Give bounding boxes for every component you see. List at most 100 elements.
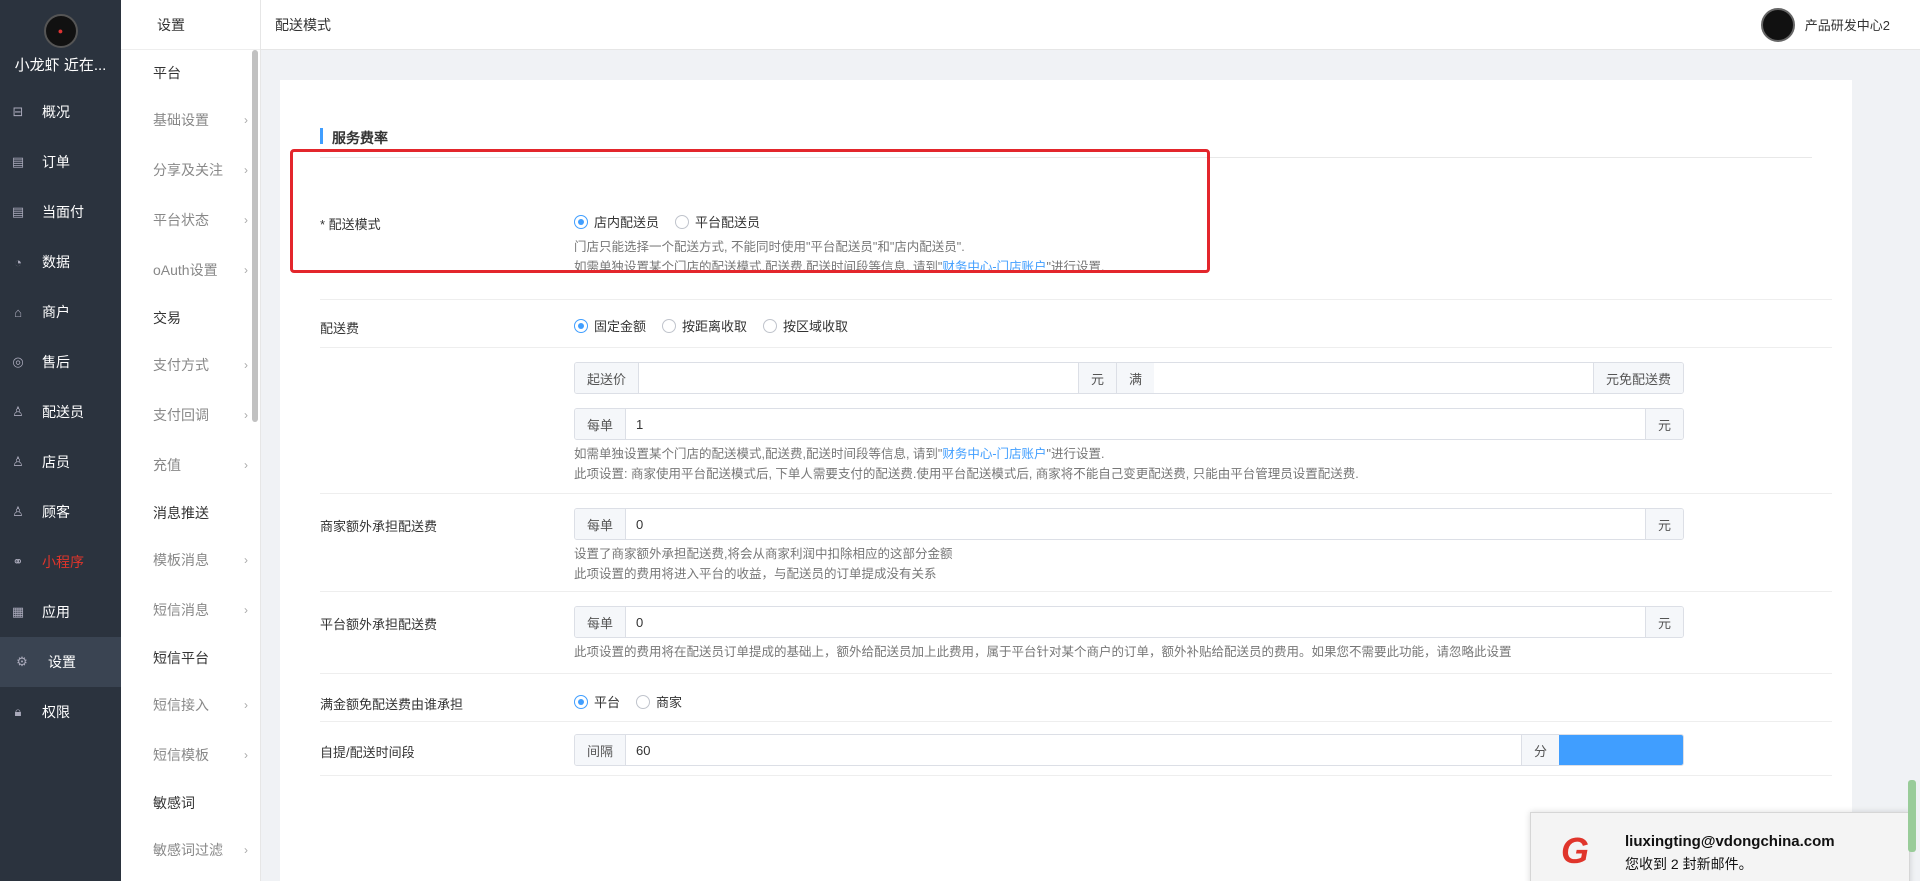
nav-item-11[interactable]: ⚙ 设置 <box>0 637 121 687</box>
nav-item-5[interactable]: ◎ 售后 <box>0 337 121 387</box>
chevron-right-icon: › <box>244 358 248 372</box>
submenu-item-label: 短信平台 <box>153 649 209 666</box>
radio-dot[interactable] <box>574 214 588 229</box>
chevron-right-icon: › <box>244 603 248 617</box>
pay-icon: ▤ <box>11 204 25 219</box>
submenu-item-label: 平台状态 <box>153 212 209 228</box>
submenu-item-label: 敏感词 <box>153 794 195 811</box>
nav-item-12[interactable]: 🔒︎ 权限 <box>0 687 121 737</box>
free-threshold-input[interactable] <box>1154 363 1593 393</box>
yuan-addon: 元 <box>1644 509 1683 539</box>
submenu-item-2[interactable]: 分享及关注 › <box>121 145 260 195</box>
radio-by-area[interactable]: 按区域收取 <box>763 316 848 335</box>
nav-item-1[interactable]: ▤ 订单 <box>0 137 121 187</box>
radio-dot[interactable] <box>574 318 588 333</box>
delivery-fee-label: 配送费 <box>320 321 360 336</box>
radio-dot[interactable] <box>574 694 588 709</box>
submenu-item-3[interactable]: 平台状态 › <box>121 195 260 245</box>
nav-item-label: 商户 <box>42 304 70 320</box>
user-name[interactable]: 产品研发中心2 <box>1805 15 1890 34</box>
submenu-item-label: 充值 <box>153 457 181 473</box>
settings-card: 服务费率 * 配送模式 店内配送员 平台配送员 门店只能选择一个配送方式, 不能… <box>280 80 1852 881</box>
order-icon: ▤ <box>11 154 25 169</box>
yuan-addon: 元 <box>1077 363 1116 393</box>
submenu-item-11[interactable]: 短信消息 › <box>121 585 260 635</box>
gear-icon: ⚙ <box>16 654 28 669</box>
miniapp-icon: ⚭ <box>12 554 24 569</box>
submenu-item-9[interactable]: 消息推送 <box>121 490 260 535</box>
submenu-item-10[interactable]: 模板消息 › <box>121 535 260 585</box>
avatar[interactable] <box>1760 7 1795 42</box>
chevron-right-icon: › <box>244 843 248 857</box>
nav-item-2[interactable]: ▤ 当面付 <box>0 187 121 237</box>
store-account-link[interactable]: 财务中心-门店账户 <box>942 260 1046 274</box>
submenu-item-15[interactable]: 敏感词 <box>121 780 260 825</box>
mail-app-icon: G <box>1561 830 1590 871</box>
settings-submenu: 设置 平台 基础设置 › 分享及关注 › 平台状态 › oAuth设置 › 交易 支付方式 › 支付回调… <box>121 0 261 881</box>
radio-dot[interactable] <box>662 318 677 333</box>
chevron-right-icon: › <box>244 163 248 177</box>
nav-item-label: 配送员 <box>42 404 84 420</box>
submenu-item-4[interactable]: oAuth设置 › <box>121 245 260 295</box>
radio-dot[interactable] <box>636 694 651 709</box>
nav-item-8[interactable]: ♙ 顾客 <box>0 487 121 537</box>
fee-hint-2: 此项设置: 商家使用平台配送模式后, 下单人需要支付的配送费.使用平台配送模式后… <box>574 467 1359 481</box>
nav-item-4[interactable]: ⌂ 商户 <box>0 287 121 337</box>
chevron-right-icon: › <box>244 113 248 127</box>
submenu-item-7[interactable]: 支付回调 › <box>121 390 260 440</box>
radio-by-distance[interactable]: 按距离收取 <box>662 316 747 335</box>
submenu-item-1[interactable]: 基础设置 › <box>121 95 260 145</box>
nav-item-6[interactable]: ♙ 配送员 <box>0 387 121 437</box>
nav-item-0[interactable]: ⊟ 概况 <box>0 87 121 137</box>
merchant-extra-hint-1: 设置了商家额外承担配送费,将会从商家利润中扣除相应的这部分金额 <box>574 547 953 561</box>
submenu-item-8[interactable]: 充值 › <box>121 440 260 490</box>
nav-item-3[interactable]: ◔ 数据 <box>0 237 121 287</box>
submenu-item-0[interactable]: 平台 <box>121 50 260 95</box>
platform-extra-input[interactable] <box>626 607 1645 637</box>
submenu-item-5[interactable]: 交易 <box>121 295 260 340</box>
submenu-item-16[interactable]: 敏感词过滤 › <box>121 825 260 875</box>
nav-item-7[interactable]: ♙ 店员 <box>0 437 121 487</box>
free-bearer-row: 满金额免配送费由谁承担 平台 商家 <box>320 674 1832 722</box>
radio-platform[interactable]: 平台 <box>574 692 620 711</box>
nav-item-label: 当面付 <box>42 204 84 220</box>
radio-dot[interactable] <box>675 214 690 229</box>
submenu-scrollbar[interactable] <box>252 50 258 422</box>
submenu-item-6[interactable]: 支付方式 › <box>121 340 260 390</box>
notification-message: 您收到 2 封新邮件。 <box>1625 856 1753 872</box>
submenu-item-label: 短信接入 <box>153 697 209 713</box>
merchant-extra-input[interactable] <box>626 509 1645 539</box>
radio-fixed-amount[interactable]: 固定金额 <box>574 316 646 335</box>
email-notification[interactable]: G liuxingting@vdongchina.com 您收到 2 封新邮件。 <box>1530 812 1910 881</box>
radio-store-courier[interactable]: 店内配送员 <box>574 212 659 231</box>
fee-hint-1: 如需单独设置某个门店的配送模式,配送费,配送时间段等信息, 请到"财务中心-门店… <box>574 447 1105 461</box>
submenu-item-label: 支付方式 <box>153 357 209 373</box>
full-addon: 满 <box>1116 363 1155 393</box>
nav-item-label: 权限 <box>42 704 70 720</box>
merchant-extra-group: 每单 元 <box>574 508 1684 540</box>
submenu-item-14[interactable]: 短信模板 › <box>121 730 260 780</box>
overview-icon: ⊟ <box>12 104 24 119</box>
store-account-link[interactable]: 财务中心-门店账户 <box>942 447 1046 461</box>
submenu-item-13[interactable]: 短信接入 › <box>121 680 260 730</box>
time-slot-button[interactable] <box>1559 735 1683 765</box>
nav-item-9[interactable]: ⚭ 小程序 <box>0 537 121 587</box>
nav-item-label: 店员 <box>42 454 70 470</box>
radio-merchant[interactable]: 商家 <box>636 692 682 711</box>
delivery-mode-hint-2: 如需单独设置某个门店的配送模式,配送费,配送时间段等信息, 请到"财务中心-门店… <box>574 260 1105 274</box>
nav-item-10[interactable]: ▦ 应用 <box>0 587 121 637</box>
submenu-item-17[interactable]: 顾客设置 <box>121 875 260 881</box>
radio-platform-courier[interactable]: 平台配送员 <box>675 212 760 231</box>
store-name[interactable]: 小龙虾 近在... <box>0 54 121 75</box>
interval-input[interactable] <box>626 735 1521 765</box>
submenu-item-12[interactable]: 短信平台 <box>121 635 260 680</box>
interval-addon: 间隔 <box>575 735 627 765</box>
page-scrollbar[interactable] <box>1908 780 1916 852</box>
nav-item-label: 订单 <box>42 154 70 170</box>
user-menu[interactable]: 产品研发中心2 <box>1760 7 1890 42</box>
time-slot-label: 自提/配送时间段 <box>320 745 415 760</box>
radio-dot[interactable] <box>763 318 778 333</box>
per-order-fee-input[interactable] <box>626 409 1645 439</box>
min-order-input[interactable] <box>639 363 1078 393</box>
delivery-mode-label: * 配送模式 <box>320 217 381 232</box>
